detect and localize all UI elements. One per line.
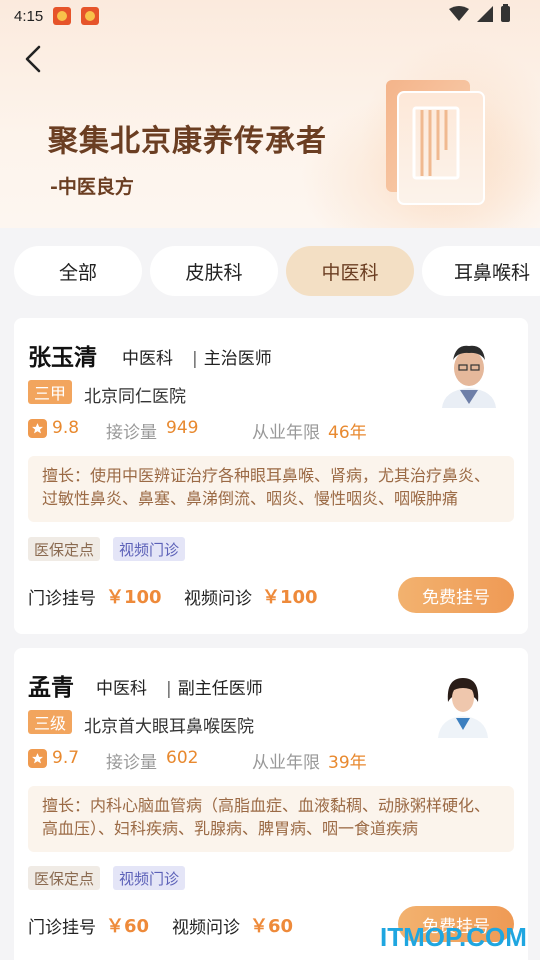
consult-count-value: 949 — [166, 418, 199, 438]
tab-dermatology[interactable]: 皮肤科 — [150, 246, 278, 296]
signal-icon — [477, 6, 493, 22]
chevron-left-icon — [25, 45, 41, 73]
doctor-avatar — [434, 338, 504, 408]
tab-ent[interactable]: 耳鼻喉科 — [422, 246, 540, 296]
video-fee-value: ￥60 — [250, 916, 294, 937]
banner-title: 聚集北京康养传承者 — [48, 124, 327, 159]
video-clinic-tag: 视频门诊 — [113, 537, 186, 561]
video-fee-label: 视频问诊 — [184, 589, 252, 609]
hospital-name: 北京首大眼耳鼻喉医院 — [84, 717, 254, 737]
doctor-avatar — [428, 668, 498, 738]
title-separator: | — [192, 349, 198, 369]
hospital-level-badge: 三级 — [28, 710, 73, 734]
expertise-text: 擅长：内科心脑血管病（高脂血症、血液黏稠、动脉粥样硬化、高血压）、妇科疾病、乳腺… — [42, 796, 491, 838]
status-bar: 4:15 — [0, 0, 540, 32]
department-tabs: 全部 皮肤科 中医科 耳鼻喉科 — [14, 246, 540, 296]
doctor-department: 中医科 — [122, 349, 173, 369]
doctor-name: 孟青 — [28, 675, 74, 701]
expertise-text: 擅长：使用中医辨证治疗各种眼耳鼻喉、肾病，尤其治疗鼻炎、过敏性鼻炎、鼻塞、鼻涕倒… — [42, 466, 491, 508]
clinic-fee-value: ￥60 — [106, 916, 150, 937]
back-button[interactable] — [18, 44, 48, 74]
title-separator: | — [166, 679, 172, 699]
years-value: 46年 — [328, 423, 367, 443]
doctor-card[interactable]: 张玉清 中医科 | 主治医师 三甲 北京同仁医院 9.8 接诊量 949 从业年限… — [14, 318, 528, 634]
video-clinic-tag: 视频门诊 — [113, 866, 186, 890]
clinic-fee-label: 门诊挂号 — [28, 918, 96, 938]
clinic-fee-label: 门诊挂号 — [28, 589, 96, 609]
notification-app-icon-2 — [81, 7, 100, 25]
insurance-tag: 医保定点 — [28, 866, 101, 890]
consult-count-value: 602 — [166, 748, 199, 768]
header-banner: 4:15 聚集北京康养传承者 -中医良方 — [0, 0, 540, 228]
notification-app-icon — [53, 7, 72, 25]
expertise-box: 擅长：内科心脑血管病（高脂血症、血液黏稠、动脉粥样硬化、高血压）、妇科疾病、乳腺… — [28, 786, 514, 852]
hospital-level-badge: 三甲 — [28, 380, 73, 404]
free-register-button[interactable]: 免费挂号 — [398, 577, 514, 613]
years-label: 从业年限 — [252, 423, 320, 443]
star-icon — [28, 419, 47, 438]
status-time: 4:15 — [14, 7, 44, 25]
video-fee-label: 视频问诊 — [172, 918, 240, 938]
years-value: 39年 — [328, 753, 367, 773]
doctor-title: 主治医师 — [203, 349, 272, 369]
video-fee-value: ￥100 — [262, 587, 318, 608]
rating-value: 9.8 — [52, 418, 80, 438]
doctor-title: 副主任医师 — [177, 679, 263, 699]
clinic-fee-value: ￥100 — [106, 587, 162, 608]
doctor-title-wrap: | 主治医师 — [192, 344, 272, 369]
wifi-icon — [449, 6, 469, 21]
insurance-tag: 医保定点 — [28, 537, 101, 561]
doctor-department: 中医科 — [96, 679, 147, 699]
consult-count-label: 接诊量 — [106, 753, 157, 773]
banner-subtitle: -中医良方 — [50, 176, 134, 198]
doctor-title-wrap: | 副主任医师 — [166, 674, 263, 699]
hospital-name: 北京同仁医院 — [84, 387, 186, 407]
status-icons — [449, 4, 510, 22]
expertise-box: 擅长：使用中医辨证治疗各种眼耳鼻喉、肾病，尤其治疗鼻炎、过敏性鼻炎、鼻塞、鼻涕倒… — [28, 456, 514, 522]
doctor-card[interactable]: 孟青 中医科 | 副主任医师 三级 北京首大眼耳鼻喉医院 9.7 接诊量 602 … — [14, 648, 528, 960]
years-label: 从业年限 — [252, 753, 320, 773]
book-illustration — [386, 80, 485, 205]
watermark: ITMOP.COM — [380, 922, 527, 952]
tab-tcm[interactable]: 中医科 — [286, 246, 414, 296]
battery-icon — [501, 4, 510, 22]
star-icon — [28, 749, 47, 768]
rating-value: 9.7 — [52, 748, 80, 768]
consult-count-label: 接诊量 — [106, 423, 157, 443]
doctor-name: 张玉清 — [28, 345, 97, 371]
tab-all[interactable]: 全部 — [14, 246, 142, 296]
